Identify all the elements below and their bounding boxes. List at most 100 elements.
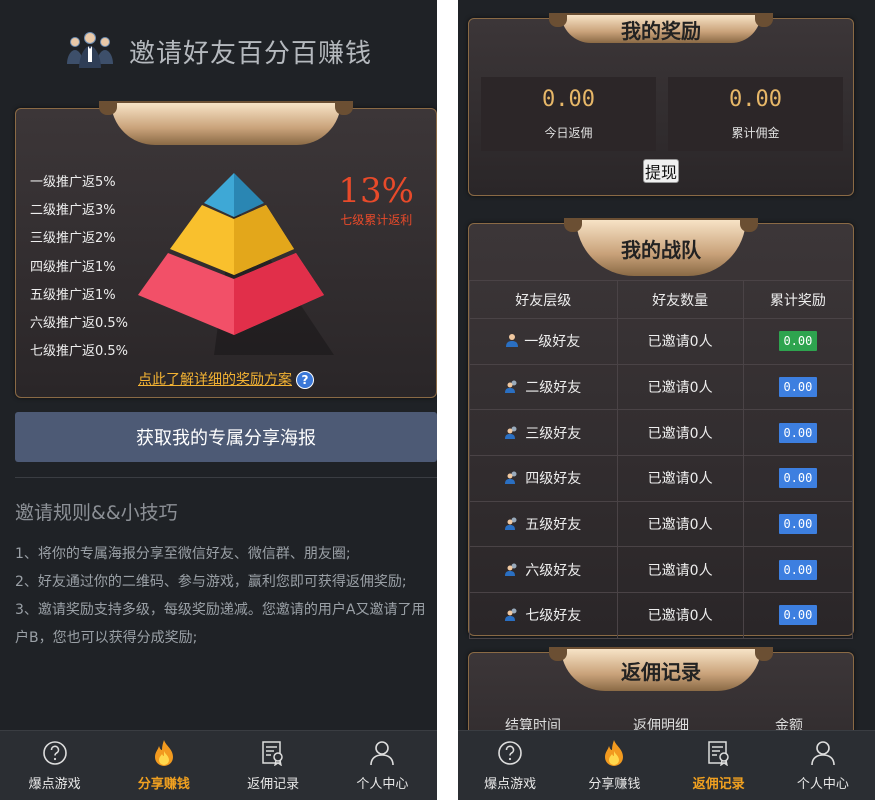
total-value: 0.00	[729, 87, 782, 112]
level-item: 一级推广返5%	[30, 175, 116, 190]
tab-commission-records[interactable]: 返佣记录	[219, 731, 328, 800]
team-people-icon	[66, 32, 113, 68]
help-icon[interactable]: ?	[296, 371, 314, 389]
level-name: 七级好友	[525, 608, 582, 625]
invite-count: 已邀请0人	[616, 546, 744, 594]
user-avatar-icon	[506, 333, 519, 351]
reward-badge: 0.00	[778, 468, 817, 489]
tab-games[interactable]: 爆点游戏	[458, 731, 562, 800]
table-row: 五级好友 已邀请0人 0.00	[469, 500, 854, 548]
rule-item: 2、好友通过你的二维码、参与游戏，赢利您即可获得返佣奖励;	[15, 574, 407, 590]
tab-label: 分享赚钱	[137, 777, 190, 792]
reward-badge: 0.00	[778, 514, 817, 535]
level-name: 四级好友	[525, 471, 582, 488]
table-row: 一级好友 已邀请0人 0.00	[469, 318, 854, 365]
user-group-icon	[505, 607, 519, 625]
my-team-panel: 我的战队 好友层级 好友数量 累计奖励 一级好友 已邀请0人 0.00 二级好友…	[468, 218, 854, 639]
level-list: 一级推广返5% 二级推广返3% 三级推广返2% 四级推广返1% 五级推广返1% …	[30, 169, 128, 366]
tab-profile[interactable]: 个人中心	[771, 731, 875, 800]
table-row: 六级好友 已邀请0人 0.00	[469, 546, 854, 594]
invite-count: 已邀请0人	[616, 363, 744, 411]
level-name: 三级好友	[525, 425, 582, 442]
reward-badge: 0.00	[778, 331, 817, 352]
reward-detail-link[interactable]: 点此了解详细的奖励方案?	[16, 369, 436, 389]
flame-icon	[150, 739, 178, 767]
tab-label: 返佣记录	[692, 777, 745, 792]
tab-share-earn[interactable]: 分享赚钱	[562, 731, 666, 800]
col-count: 好友数量	[616, 280, 744, 319]
tab-commission-records[interactable]: 返佣记录	[667, 731, 771, 800]
tab-games[interactable]: 爆点游戏	[0, 731, 109, 800]
level-name: 一级好友	[524, 334, 581, 351]
level-name: 五级好友	[525, 517, 582, 534]
user-group-icon	[505, 516, 519, 534]
user-icon	[809, 739, 837, 767]
user-group-icon	[505, 470, 519, 488]
rewards-title: 我的奖励	[621, 18, 701, 43]
user-group-icon	[505, 562, 519, 580]
today-value: 0.00	[542, 87, 595, 112]
page-title-text: 邀请好友百分百赚钱	[128, 38, 372, 69]
level-name: 二级好友	[525, 380, 582, 397]
tab-label: 爆点游戏	[484, 777, 537, 792]
page-title: 邀请好友百分百赚钱	[0, 28, 437, 74]
flame-icon	[600, 739, 628, 767]
tab-share-earn[interactable]: 分享赚钱	[109, 731, 218, 800]
col-level: 好友层级	[469, 280, 618, 319]
user-group-icon	[505, 425, 519, 443]
question-circle-icon	[41, 739, 69, 767]
team-table-header: 好友层级 好友数量 累计奖励	[469, 280, 854, 319]
share-earn-screen: 邀请好友百分百赚钱 一级推广返5% 二级推广返3% 三级推广返2% 四级推广返1…	[0, 0, 437, 800]
withdraw-button[interactable]: 提现	[643, 159, 679, 183]
pyramid-panel: 一级推广返5% 二级推广返3% 三级推广返2% 四级推广返1% 五级推广返1% …	[15, 101, 437, 398]
rule-item: 1、将你的专属海报分享至微信好友、微信群、朋友圈;	[15, 546, 351, 562]
user-icon	[368, 739, 396, 767]
certificate-icon	[259, 739, 287, 767]
level-item: 四级推广返1%	[30, 259, 116, 275]
table-row: 七级好友 已邀请0人 0.00	[469, 592, 854, 639]
rules-title: 邀请规则&&小技巧	[15, 502, 178, 524]
team-table: 好友层级 好友数量 累计奖励 一级好友 已邀请0人 0.00 二级好友 已邀请0…	[469, 280, 854, 639]
tab-profile[interactable]: 个人中心	[328, 731, 437, 800]
invite-count: 已邀请0人	[616, 318, 744, 365]
percent-label: 七级累计返利	[340, 213, 413, 227]
level-item: 七级推广返0.5%	[30, 344, 129, 360]
level-item: 三级推广返2%	[30, 231, 116, 247]
get-poster-button[interactable]: 获取我的专属分享海报	[15, 412, 437, 462]
tab-label: 返佣记录	[247, 777, 300, 792]
rule-item: 3、邀请奖励支持多级，每级奖励递减。您邀请的用户A又邀请了用户B，您也可以获得分…	[15, 602, 426, 646]
reward-badge: 0.00	[778, 559, 817, 580]
invite-count: 已邀请0人	[616, 592, 744, 639]
reward-badge: 0.00	[778, 377, 817, 398]
level-name: 六级好友	[525, 562, 582, 579]
invite-count: 已邀请0人	[616, 409, 744, 457]
tab-label: 分享赚钱	[588, 777, 641, 792]
team-ribbon: 我的战队	[564, 218, 758, 276]
certificate-icon	[705, 739, 733, 767]
pyramid-graphic	[138, 173, 334, 355]
tab-label: 个人中心	[796, 777, 849, 792]
records-title: 返佣记录	[621, 659, 701, 684]
rules-list: 1、将你的专属海报分享至微信好友、微信群、朋友圈; 2、好友通过你的二维码、参与…	[15, 540, 427, 652]
rewards-ribbon: 我的奖励	[549, 13, 773, 43]
user-group-icon	[505, 379, 519, 397]
level-item: 五级推广返1%	[30, 287, 116, 303]
percent-value: 13%	[338, 171, 414, 211]
team-title: 我的战队	[621, 237, 701, 262]
table-row: 四级好友 已邀请0人 0.00	[469, 455, 854, 502]
today-commission: 0.00 今日返佣	[481, 77, 656, 151]
bottom-tab-bar: 爆点游戏 分享赚钱 返佣记录 个人中心	[458, 730, 875, 800]
tab-label: 爆点游戏	[28, 777, 81, 792]
total-label: 累计佣金	[731, 126, 780, 140]
invite-count: 已邀请0人	[616, 500, 744, 548]
records-ribbon: 返佣记录	[549, 647, 773, 691]
reward-badge: 0.00	[778, 605, 817, 626]
table-row: 二级好友 已邀请0人 0.00	[469, 363, 854, 411]
total-commission: 0.00 累计佣金	[668, 77, 843, 151]
reward-badge: 0.00	[778, 422, 817, 443]
level-item: 六级推广返0.5%	[30, 316, 129, 332]
panel-ribbon	[99, 101, 353, 145]
col-reward: 累计奖励	[742, 280, 854, 319]
reward-detail-text[interactable]: 点此了解详细的奖励方案	[138, 372, 292, 388]
my-rewards-panel: 我的奖励 0.00 今日返佣 0.00 累计佣金 提现	[468, 13, 854, 196]
